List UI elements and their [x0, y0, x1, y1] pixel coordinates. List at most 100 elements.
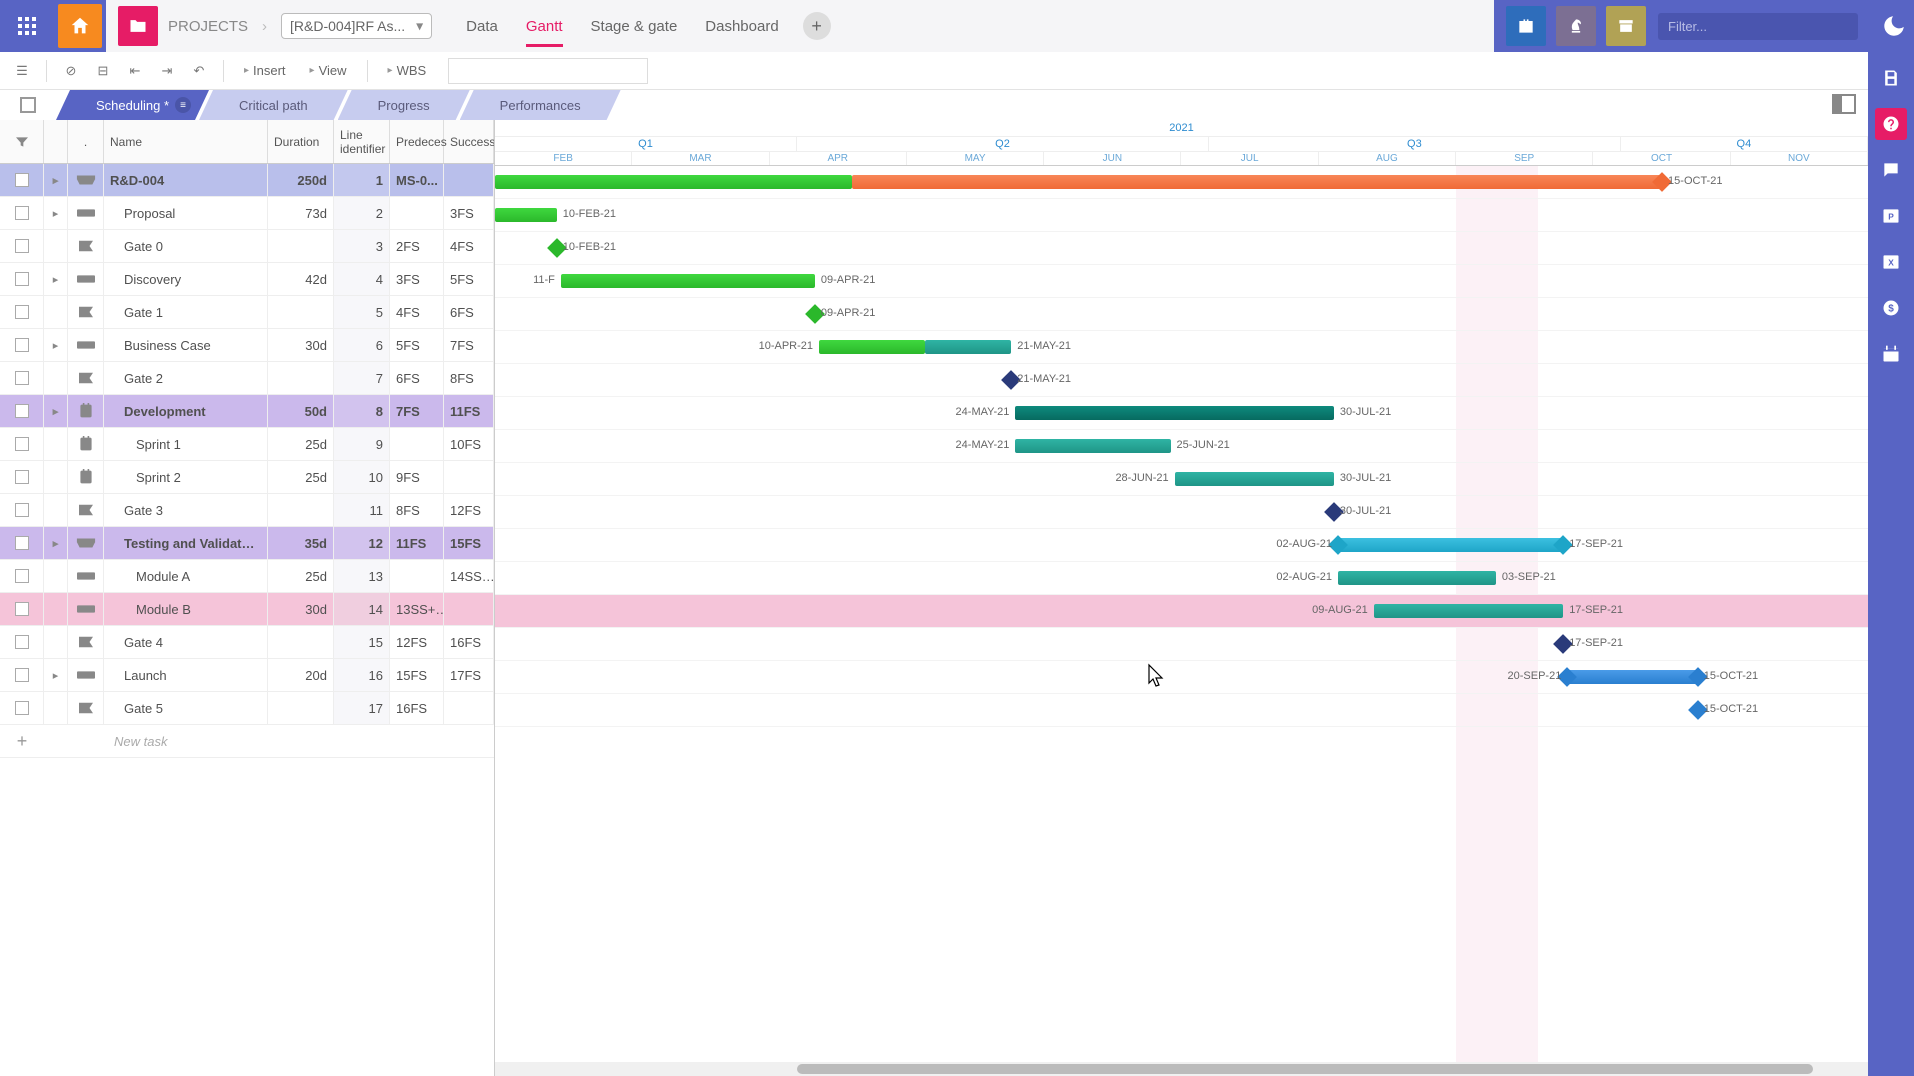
predecessors-cell[interactable]: 5FS — [390, 329, 444, 361]
gantt-row[interactable]: 10-APR-2121-MAY-21 — [495, 331, 1868, 364]
expand-toggle[interactable] — [44, 494, 68, 526]
duration-cell[interactable]: 30d — [268, 329, 334, 361]
cost-icon[interactable]: $ — [1875, 292, 1907, 324]
gantt-row[interactable]: 15-OCT-21 — [495, 166, 1868, 199]
duration-cell[interactable]: 35d — [268, 527, 334, 559]
duration-cell[interactable]: 25d — [268, 428, 334, 460]
predecessors-cell[interactable]: 6FS — [390, 362, 444, 394]
successors-cell[interactable]: 14SS… — [444, 560, 494, 592]
table-row[interactable]: Module B30d1413SS+… — [0, 593, 494, 626]
expand-toggle[interactable]: ▸ — [44, 659, 68, 691]
predecessors-cell[interactable]: 15FS — [390, 659, 444, 691]
gantt-row[interactable]: 02-AUG-2117-SEP-21 — [495, 529, 1868, 562]
indent-icon[interactable]: ⇥ — [155, 59, 179, 83]
expand-toggle[interactable] — [44, 692, 68, 724]
briefcase-icon[interactable] — [1506, 6, 1546, 46]
predecessors-cell[interactable]: 11FS — [390, 527, 444, 559]
gantt-bar[interactable] — [1374, 604, 1563, 618]
expand-toggle[interactable]: ▸ — [44, 164, 68, 196]
row-checkbox[interactable] — [15, 536, 29, 550]
gantt-row[interactable]: 17-SEP-21 — [495, 628, 1868, 661]
expand-toggle[interactable] — [44, 593, 68, 625]
row-checkbox[interactable] — [15, 239, 29, 253]
table-row[interactable]: Module A25d1314SS… — [0, 560, 494, 593]
predecessors-cell[interactable]: MS-0... — [390, 164, 444, 196]
predecessors-cell[interactable]: 8FS — [390, 494, 444, 526]
task-name-cell[interactable]: Gate 3 — [104, 494, 268, 526]
successors-cell[interactable] — [444, 593, 494, 625]
calendar-icon[interactable] — [1875, 338, 1907, 370]
expand-toggle[interactable] — [44, 362, 68, 394]
gantt-row[interactable]: 24-MAY-2125-JUN-21 — [495, 430, 1868, 463]
gantt-bar[interactable] — [495, 208, 557, 222]
add-tab-button[interactable]: + — [803, 12, 831, 40]
expand-toggle[interactable]: ▸ — [44, 527, 68, 559]
duration-cell[interactable]: 250d — [268, 164, 334, 196]
wbs-input[interactable] — [448, 58, 648, 84]
table-row[interactable]: Gate 276FS8FS — [0, 362, 494, 395]
task-name-cell[interactable]: Sprint 1 — [104, 428, 268, 460]
gantt-row[interactable]: 24-MAY-2130-JUL-21 — [495, 397, 1868, 430]
predecessors-cell[interactable]: 4FS — [390, 296, 444, 328]
duration-cell[interactable]: 25d — [268, 461, 334, 493]
row-checkbox[interactable] — [15, 701, 29, 715]
successors-cell[interactable]: 4FS — [444, 230, 494, 262]
predecessors-cell[interactable] — [390, 428, 444, 460]
duration-cell[interactable]: 42d — [268, 263, 334, 295]
table-row[interactable]: Gate 3118FS12FS — [0, 494, 494, 527]
undo-icon[interactable]: ↶ — [187, 59, 211, 83]
table-row[interactable]: Gate 51716FS — [0, 692, 494, 725]
tab-stage-gate[interactable]: Stage & gate — [577, 2, 692, 51]
gantt-bar[interactable] — [1015, 406, 1334, 420]
duration-cell[interactable]: 20d — [268, 659, 334, 691]
tab-data[interactable]: Data — [452, 2, 512, 51]
successors-cell[interactable]: 17FS — [444, 659, 494, 691]
duration-cell[interactable] — [268, 692, 334, 724]
task-name-cell[interactable]: Gate 0 — [104, 230, 268, 262]
line-id-column-header[interactable]: Line identifier — [334, 120, 390, 163]
subtab-scheduling[interactable]: Scheduling * ≡ — [56, 90, 209, 120]
apps-grid-icon[interactable] — [0, 0, 54, 52]
task-name-cell[interactable]: Module B — [104, 593, 268, 625]
task-name-cell[interactable]: R&D-004 — [104, 164, 268, 196]
expand-toggle[interactable] — [44, 428, 68, 460]
predecessors-cell[interactable] — [390, 560, 444, 592]
filter-input[interactable] — [1658, 13, 1858, 40]
settings-sliders-icon[interactable]: ☰ — [10, 59, 34, 83]
duration-cell[interactable] — [268, 626, 334, 658]
chess-knight-icon[interactable] — [1556, 6, 1596, 46]
predecessors-cell[interactable]: 2FS — [390, 230, 444, 262]
gantt-row[interactable]: 21-MAY-21 — [495, 364, 1868, 397]
deselect-icon[interactable]: ⊘ — [59, 59, 83, 83]
task-name-cell[interactable]: Business Case — [104, 329, 268, 361]
gantt-row[interactable]: 10-FEB-21 — [495, 199, 1868, 232]
gantt-row[interactable]: 15-OCT-21 — [495, 694, 1868, 727]
table-row[interactable]: ▸R&D-004250d1MS-0... — [0, 164, 494, 197]
task-name-cell[interactable]: Proposal — [104, 197, 268, 229]
archive-icon[interactable] — [1606, 6, 1646, 46]
successors-cell[interactable]: 16FS — [444, 626, 494, 658]
table-row[interactable]: ▸Business Case30d65FS7FS — [0, 329, 494, 362]
projects-folder-icon[interactable] — [118, 6, 158, 46]
export-powerpoint-icon[interactable]: P — [1875, 200, 1907, 232]
predecessors-cell[interactable]: 16FS — [390, 692, 444, 724]
gantt-row[interactable]: 20-SEP-2115-OCT-21 — [495, 661, 1868, 694]
row-checkbox[interactable] — [15, 503, 29, 517]
row-checkbox[interactable] — [15, 305, 29, 319]
gantt-bar[interactable] — [1338, 538, 1563, 552]
expand-toggle[interactable]: ▸ — [44, 263, 68, 295]
expand-toggle[interactable] — [44, 560, 68, 592]
add-task-icon[interactable]: + — [0, 731, 44, 752]
duration-column-header[interactable]: Duration — [268, 120, 334, 163]
gantt-body[interactable]: 15-OCT-2110-FEB-2110-FEB-2111-F09-APR-21… — [495, 166, 1868, 1062]
expand-toggle[interactable] — [44, 230, 68, 262]
predecessors-column-header[interactable]: Predeces — [390, 120, 444, 163]
expand-toggle[interactable] — [44, 626, 68, 658]
comments-icon[interactable] — [1875, 154, 1907, 186]
tab-dashboard[interactable]: Dashboard — [691, 2, 792, 51]
row-checkbox[interactable] — [15, 668, 29, 682]
duration-cell[interactable] — [268, 296, 334, 328]
scrollbar-thumb[interactable] — [797, 1064, 1813, 1074]
successors-cell[interactable]: 12FS — [444, 494, 494, 526]
successors-cell[interactable] — [444, 461, 494, 493]
